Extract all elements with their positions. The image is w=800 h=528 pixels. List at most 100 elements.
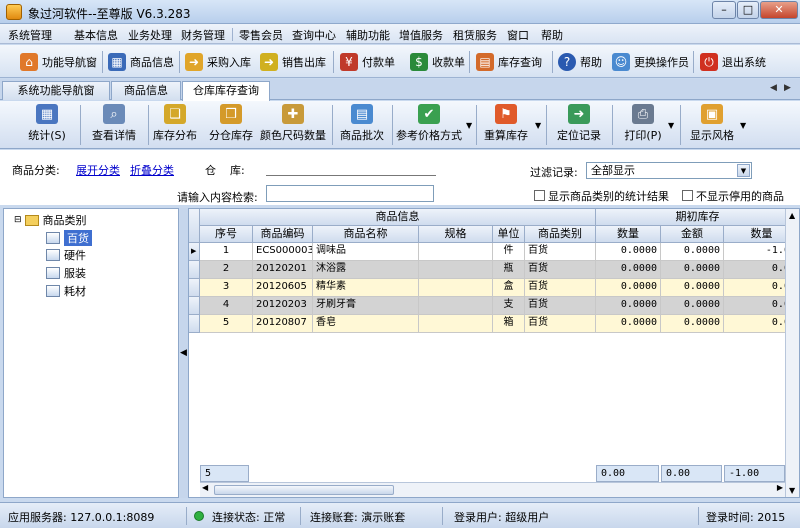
cell-index[interactable]: 5 bbox=[200, 315, 253, 333]
col-header-spec[interactable]: 规格 bbox=[419, 226, 493, 243]
cell-name[interactable]: 香皂 bbox=[313, 315, 419, 333]
minimize-button[interactable]: – bbox=[712, 1, 736, 19]
cell-category[interactable]: 百货 bbox=[525, 297, 596, 315]
payment-button[interactable]: ¥ 付款单 bbox=[340, 50, 395, 74]
cell-qty[interactable]: 0.0000 bbox=[596, 261, 661, 279]
cell-index[interactable]: 3 bbox=[200, 279, 253, 297]
close-button[interactable]: ✕ bbox=[760, 1, 798, 19]
display-style-button[interactable]: ▣ 显示风格 bbox=[684, 104, 740, 146]
cell-category[interactable]: 百货 bbox=[525, 279, 596, 297]
row-indicator[interactable] bbox=[189, 297, 200, 315]
maximize-button[interactable]: □ bbox=[737, 1, 759, 19]
scroll-up-icon[interactable]: ▲ bbox=[789, 211, 795, 220]
cell-unit[interactable]: 件 bbox=[493, 243, 525, 261]
cell-name[interactable]: 调味品 bbox=[313, 243, 419, 261]
tab-product-info[interactable]: 商品信息 bbox=[111, 81, 181, 100]
tab-nav-window[interactable]: 系统功能导航窗 bbox=[2, 81, 110, 100]
stock-distribution-button[interactable]: ❑ 库存分布 bbox=[150, 104, 200, 146]
view-details-button[interactable]: ⌕ 查看详情 bbox=[88, 104, 140, 146]
col-header-unit[interactable]: 单位 bbox=[493, 226, 525, 243]
row-indicator[interactable] bbox=[189, 279, 200, 297]
tree-item-clothing[interactable]: 服装 bbox=[46, 265, 86, 281]
tree-item-consumables[interactable]: 耗材 bbox=[46, 283, 86, 299]
tab-scroll-left-icon[interactable]: ◀ bbox=[770, 83, 777, 93]
cell-qty[interactable]: 0.0000 bbox=[596, 243, 661, 261]
collapse-panel-icon[interactable]: ◀ bbox=[180, 348, 187, 358]
menu-query-center[interactable]: 查询中心 bbox=[292, 27, 336, 43]
locate-record-button[interactable]: ➜ 定位记录 bbox=[552, 104, 606, 146]
cell-name[interactable]: 精华素 bbox=[313, 279, 419, 297]
splitter[interactable]: ◀ bbox=[180, 208, 188, 498]
cell-code[interactable]: 20120807 bbox=[253, 315, 313, 333]
cell-category[interactable]: 百货 bbox=[525, 315, 596, 333]
row-indicator[interactable] bbox=[189, 261, 200, 279]
sales-out-button[interactable]: ➜ 销售出库 bbox=[260, 50, 326, 74]
cell-name[interactable]: 沐浴露 bbox=[313, 261, 419, 279]
filter-records-select[interactable]: 全部显示 ▼ bbox=[586, 162, 752, 179]
hide-disabled-checkbox[interactable] bbox=[682, 190, 693, 201]
cell-index[interactable]: 1 bbox=[200, 243, 253, 261]
batch-button[interactable]: ▤ 商品批次 bbox=[336, 104, 388, 146]
row-indicator[interactable]: ▶ bbox=[189, 243, 200, 261]
cell-unit[interactable]: 盒 bbox=[493, 279, 525, 297]
col-header-index[interactable]: 序号 bbox=[200, 226, 253, 243]
search-input[interactable] bbox=[266, 185, 434, 202]
show-category-stats-checkbox[interactable] bbox=[534, 190, 545, 201]
menu-system[interactable]: 系统管理 bbox=[8, 27, 52, 43]
cell-qty[interactable]: 0.0000 bbox=[596, 279, 661, 297]
cell-code[interactable]: 20120605 bbox=[253, 279, 313, 297]
menu-rental[interactable]: 租赁服务 bbox=[453, 27, 497, 43]
menu-window[interactable]: 窗口 bbox=[507, 27, 529, 43]
purchase-in-button[interactable]: ➜ 采购入库 bbox=[185, 50, 251, 74]
nav-window-button[interactable]: ⌂ 功能导航窗 bbox=[20, 50, 97, 74]
scroll-down-icon[interactable]: ▼ bbox=[789, 486, 795, 495]
dropdown-arrow-icon[interactable]: ▼ bbox=[535, 121, 541, 130]
cell-unit[interactable]: 箱 bbox=[493, 315, 525, 333]
cell-code[interactable]: ECS000003|1 bbox=[253, 243, 313, 261]
menu-value-added[interactable]: 增值服务 bbox=[399, 27, 443, 43]
cell-amount[interactable]: 0.0000 bbox=[661, 279, 724, 297]
vertical-scrollbar[interactable]: ▲ ▼ bbox=[785, 209, 799, 497]
menu-auxiliary[interactable]: 辅助功能 bbox=[346, 27, 390, 43]
expand-category-link[interactable]: 展开分类 bbox=[76, 162, 120, 178]
recalc-stock-button[interactable]: ⚑ 重算库存 bbox=[480, 104, 532, 146]
exit-system-button[interactable]: ⏻ 退出系统 bbox=[700, 50, 766, 74]
menu-finance[interactable]: 财务管理 bbox=[181, 27, 225, 43]
product-info-button[interactable]: ▦ 商品信息 bbox=[108, 50, 174, 74]
cell-spec[interactable] bbox=[419, 243, 493, 261]
cell-amount[interactable]: 0.0000 bbox=[661, 261, 724, 279]
cell-unit[interactable]: 瓶 bbox=[493, 261, 525, 279]
collapse-icon[interactable]: ⊟ bbox=[14, 215, 22, 225]
cell-qty[interactable]: 0.0000 bbox=[596, 315, 661, 333]
menu-basic-info[interactable]: 基本信息 bbox=[74, 27, 118, 43]
help-button[interactable]: ? 帮助 bbox=[558, 50, 602, 74]
cell-index[interactable]: 2 bbox=[200, 261, 253, 279]
cell-index[interactable]: 4 bbox=[200, 297, 253, 315]
cell-spec[interactable] bbox=[419, 315, 493, 333]
dropdown-arrow-icon[interactable]: ▼ bbox=[740, 121, 746, 130]
dropdown-arrow-icon[interactable]: ▼ bbox=[668, 121, 674, 130]
cell-amount[interactable]: 0.0000 bbox=[661, 297, 724, 315]
collapse-category-link[interactable]: 折叠分类 bbox=[130, 162, 174, 178]
receipt-button[interactable]: $ 收款单 bbox=[410, 50, 465, 74]
cell-code[interactable]: 20120203 bbox=[253, 297, 313, 315]
change-operator-button[interactable]: ☺ 更换操作员 bbox=[612, 50, 689, 74]
col-header-code[interactable]: 商品编码 bbox=[253, 226, 313, 243]
col-header-category[interactable]: 商品类别 bbox=[525, 226, 596, 243]
tree-item-general[interactable]: 百货 bbox=[46, 230, 92, 246]
tab-stock-query[interactable]: 仓库库存查询 bbox=[182, 81, 270, 101]
cell-spec[interactable] bbox=[419, 279, 493, 297]
cell-amount[interactable]: 0.0000 bbox=[661, 315, 724, 333]
reference-price-button[interactable]: ✔ 参考价格方式 bbox=[396, 104, 462, 146]
cell-amount[interactable]: 0.0000 bbox=[661, 243, 724, 261]
stats-button[interactable]: ▦ 统计(S) bbox=[22, 104, 72, 146]
menu-help[interactable]: 帮助 bbox=[541, 27, 563, 43]
cell-category[interactable]: 百货 bbox=[525, 261, 596, 279]
warehouse-input[interactable] bbox=[266, 162, 436, 176]
cell-name[interactable]: 牙刷牙膏 bbox=[313, 297, 419, 315]
cell-spec[interactable] bbox=[419, 297, 493, 315]
cell-spec[interactable] bbox=[419, 261, 493, 279]
dropdown-arrow-icon[interactable]: ▼ bbox=[466, 121, 472, 130]
col-header-qty[interactable]: 数量 bbox=[596, 226, 661, 243]
print-button[interactable]: ⎙ 打印(P) bbox=[622, 104, 664, 146]
